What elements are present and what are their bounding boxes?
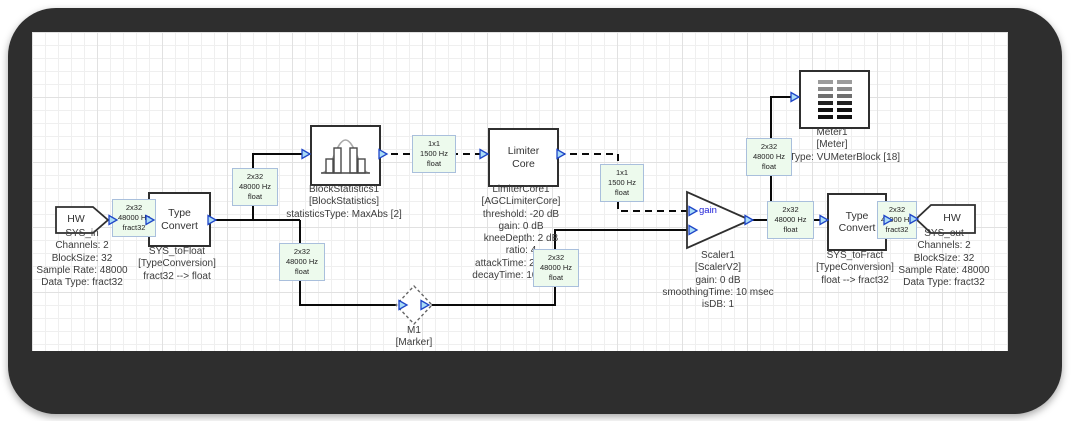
- pin-limiter-out[interactable]: [556, 148, 567, 160]
- pin-sys-out-in[interactable]: [909, 213, 920, 225]
- screenshot-page: Type Convert Limiter Core Type Convert H…: [0, 0, 1072, 421]
- pin-sys-in-out[interactable]: [108, 214, 119, 226]
- pin-typeconvert1-out[interactable]: [207, 214, 218, 226]
- pin-scaler-gain-in[interactable]: [688, 205, 699, 217]
- pin-scaler-signal-in[interactable]: [688, 224, 699, 236]
- pin-typeconvert2-out[interactable]: [883, 214, 894, 226]
- pin-marker-in[interactable]: [398, 299, 409, 311]
- pin-marker-out[interactable]: [420, 299, 431, 311]
- pin-typeconvert1-in[interactable]: [145, 214, 156, 226]
- pin-limiter-in[interactable]: [479, 148, 490, 160]
- pin-scaler-out[interactable]: [744, 214, 755, 226]
- pin-typeconvert2-in[interactable]: [819, 214, 830, 226]
- pin-blockstatistics-in[interactable]: [301, 148, 312, 160]
- pin-blockstatistics-out[interactable]: [378, 148, 389, 160]
- pin-meter-in[interactable]: [790, 91, 801, 103]
- pin-layer: [108, 91, 920, 311]
